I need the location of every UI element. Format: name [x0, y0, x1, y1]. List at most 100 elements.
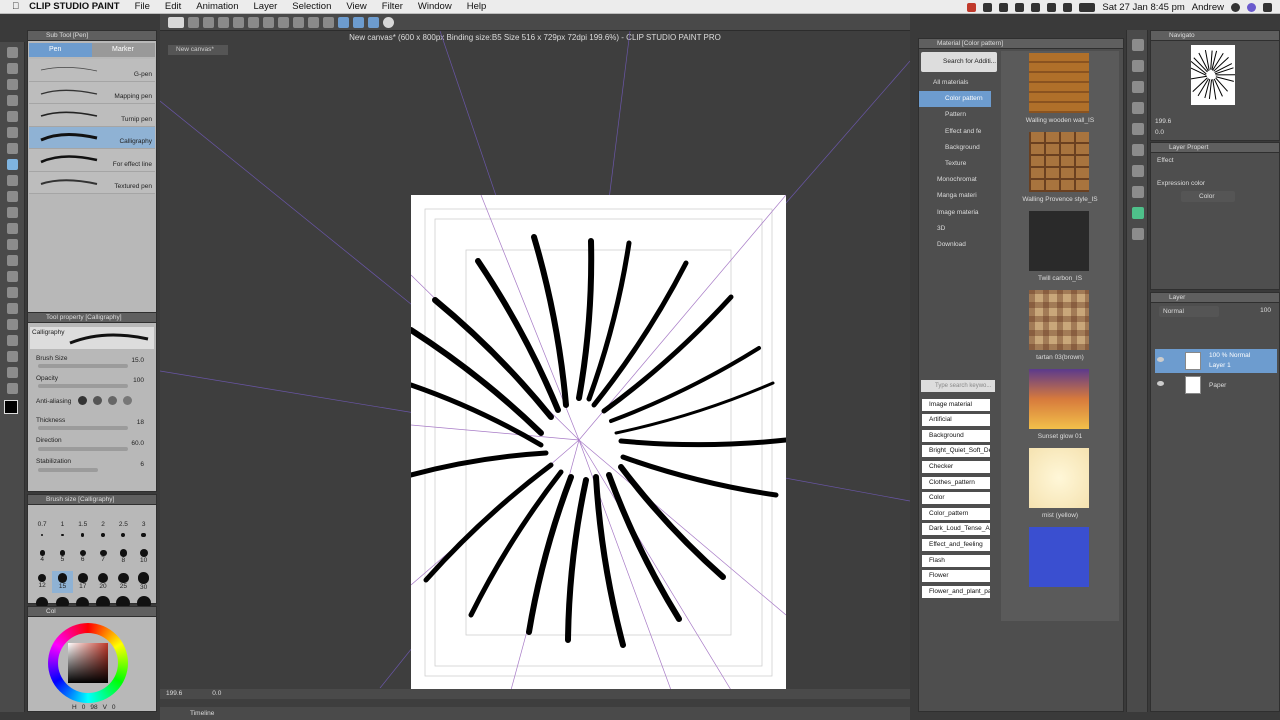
tab-marker[interactable]: Marker	[92, 43, 155, 57]
pencil-tool-icon[interactable]	[7, 175, 18, 186]
direction-slider[interactable]	[38, 447, 128, 451]
aa-strong-icon[interactable]	[123, 396, 132, 405]
menu-file[interactable]: File	[135, 1, 150, 12]
material-item[interactable]: Sunset glow 01	[1001, 367, 1119, 446]
material-tag[interactable]: Bright_Quiet_Soft_De	[922, 445, 990, 458]
canvas-page[interactable]	[411, 195, 786, 690]
material-tree-item[interactable]: Monochromat	[919, 172, 991, 188]
material-tag[interactable]: Flower	[922, 570, 990, 583]
brush-size-option[interactable]: 6	[73, 546, 93, 568]
dropbox-icon[interactable]	[983, 2, 993, 12]
navigator-zoom[interactable]: 199.6	[1155, 118, 1171, 125]
prop-direction-value[interactable]: 60.0	[131, 440, 144, 447]
aa-mid-icon[interactable]	[108, 396, 117, 405]
open-file-icon[interactable]	[203, 16, 214, 28]
material-tag[interactable]: Color	[922, 492, 990, 505]
canvas-area[interactable]: New canvas* (600 x 800px Binding size:B5…	[160, 31, 910, 712]
auto-action-icon[interactable]	[1132, 144, 1144, 156]
menu-edit[interactable]: Edit	[165, 1, 181, 12]
brush-size-option[interactable]: 1.5	[73, 521, 93, 543]
brush-size-option[interactable]: 4	[32, 546, 52, 568]
cloud-icon[interactable]	[999, 2, 1009, 12]
color-wheel[interactable]	[48, 623, 128, 703]
ruler-tool-icon[interactable]	[7, 335, 18, 346]
clear-icon[interactable]	[263, 16, 274, 28]
record-icon[interactable]	[967, 2, 977, 12]
material-tree-item[interactable]: Image materia	[919, 205, 991, 221]
thickness-slider[interactable]	[38, 426, 128, 430]
aa-weak-icon[interactable]	[93, 396, 102, 405]
material-tree-item[interactable]: Background	[919, 140, 991, 156]
blend-tool-icon[interactable]	[7, 255, 18, 266]
material-item[interactable]	[1001, 525, 1119, 604]
fill-tool-icon[interactable]	[7, 271, 18, 282]
brush-size-slider[interactable]	[38, 364, 128, 368]
decoration-tool-icon[interactable]	[7, 223, 18, 234]
brush-size-option[interactable]: 17	[73, 571, 93, 593]
material-tree-item[interactable]: Pattern	[919, 107, 991, 123]
transform-icon[interactable]	[308, 16, 319, 28]
material-item[interactable]: mist (yellow)	[1001, 446, 1119, 525]
timeline-bar[interactable]: Timeline	[160, 707, 910, 720]
zoom-tool-icon[interactable]	[7, 47, 18, 58]
material-tree-item[interactable]: Download	[919, 237, 991, 253]
zoom-value[interactable]: 199.6	[166, 689, 182, 699]
volume-icon[interactable]	[1063, 2, 1073, 12]
deselect-icon[interactable]	[293, 16, 304, 28]
opacity-field[interactable]: 100	[1260, 307, 1271, 314]
brush-size-option[interactable]: 2	[93, 521, 113, 543]
navigator-icon[interactable]	[1132, 39, 1144, 51]
material-tag[interactable]: Dark_Loud_Tense_A	[922, 523, 990, 536]
material-tag[interactable]: Image material	[922, 398, 990, 411]
new-file-icon[interactable]	[188, 16, 199, 28]
material-icon[interactable]	[1132, 165, 1144, 177]
material-tag[interactable]: Color_pattern	[922, 507, 990, 520]
subtool-item-turnip-pen[interactable]: Turnip pen	[29, 104, 155, 127]
prop-thickness-value[interactable]: 18	[137, 419, 144, 426]
subtool-item-effect-line[interactable]: For effect line	[29, 149, 155, 172]
aa-none-icon[interactable]	[78, 396, 87, 405]
history-icon[interactable]	[1132, 123, 1144, 135]
material-tag[interactable]: Flash	[922, 554, 990, 567]
tag-search-input[interactable]: Type search keywo...	[921, 380, 995, 392]
navigator-thumbnail[interactable]	[1190, 45, 1236, 105]
visibility-eye-icon[interactable]	[1157, 357, 1164, 362]
close-x-icon[interactable]	[1132, 207, 1144, 219]
layer-row[interactable]: Paper	[1155, 373, 1277, 397]
brush-size-option[interactable]: 25	[113, 571, 133, 593]
material-tag[interactable]: Flower_and_plant_pa	[922, 585, 990, 598]
auto-select-tool-icon[interactable]	[7, 127, 18, 138]
prop-opacity-value[interactable]: 100	[133, 377, 144, 384]
material-tag[interactable]: Clothes_pattern	[922, 476, 990, 489]
opacity-slider[interactable]	[38, 384, 128, 388]
airbrush-tool-icon[interactable]	[7, 207, 18, 218]
brush-size-option[interactable]: 30	[133, 571, 153, 593]
layer-icon[interactable]	[1132, 228, 1144, 240]
anti-aliasing-options[interactable]	[78, 396, 132, 405]
menu-window[interactable]: Window	[418, 1, 452, 12]
menu-selection[interactable]: Selection	[292, 1, 331, 12]
operation-tool-icon[interactable]	[7, 143, 18, 154]
visibility-eye-icon[interactable]	[1157, 381, 1164, 386]
clip-studio-icon[interactable]	[168, 16, 184, 28]
app-name[interactable]: CLIP STUDIO PAINT	[29, 1, 119, 12]
menu-animation[interactable]: Animation	[196, 1, 238, 12]
blend-mode-select[interactable]: Normal	[1159, 306, 1219, 317]
layer-search-icon[interactable]	[1132, 102, 1144, 114]
menu-help[interactable]: Help	[467, 1, 487, 12]
brush-size-option[interactable]: 0.7	[32, 521, 52, 543]
brush-size-option[interactable]: 12	[32, 571, 52, 593]
lasso-tool-icon[interactable]	[7, 95, 18, 106]
material-tree-item[interactable]: Effect and fe	[919, 124, 991, 140]
prop-stabilization-value[interactable]: 6	[140, 461, 144, 468]
snap-special-icon[interactable]	[368, 16, 379, 28]
apple-icon[interactable]: 	[12, 1, 19, 12]
menu-layer[interactable]: Layer	[254, 1, 278, 12]
selection-tool-icon[interactable]	[7, 79, 18, 90]
gradient-tool-icon[interactable]	[7, 287, 18, 298]
brush-size-option[interactable]: 2.5	[113, 521, 133, 543]
brush-size-option[interactable]: 1	[52, 521, 72, 543]
undo-icon[interactable]	[233, 16, 244, 28]
tool-property-icon[interactable]	[1132, 186, 1144, 198]
menu-filter[interactable]: Filter	[382, 1, 403, 12]
